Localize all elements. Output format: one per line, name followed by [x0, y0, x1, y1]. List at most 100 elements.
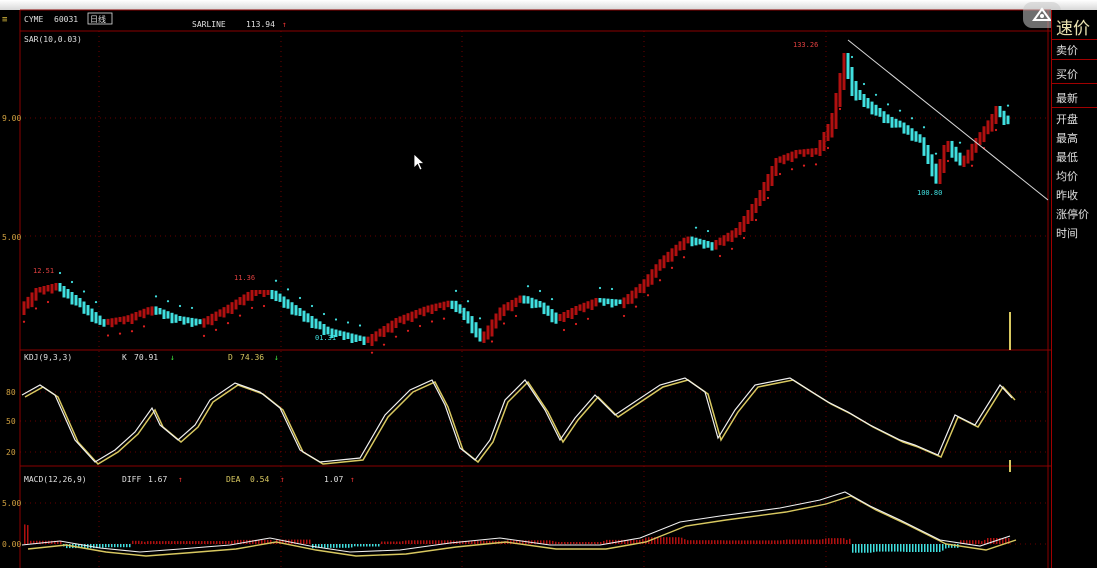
macd-bar — [342, 544, 344, 548]
panel-item-high[interactable]: 最高 — [1052, 129, 1097, 148]
panel-item-last[interactable]: 最新 — [1052, 89, 1097, 108]
macd-bar — [807, 539, 809, 544]
candle — [762, 182, 766, 201]
macd-bar — [114, 544, 116, 548]
sar-dot — [670, 266, 674, 269]
candle — [538, 301, 542, 308]
market-tag: ≡ — [2, 15, 8, 25]
kdj-d-line — [24, 379, 1016, 465]
panel-item-ask[interactable]: 卖价 — [1052, 41, 1097, 60]
price-label-left-low: 01.31 — [315, 334, 336, 342]
kdj-y-label-80: 80 — [6, 388, 16, 397]
candle — [594, 298, 598, 307]
sar-dot — [766, 196, 770, 200]
candle — [942, 145, 946, 173]
panel-item-low[interactable]: 最低 — [1052, 148, 1097, 167]
candle — [270, 290, 274, 300]
candle — [222, 307, 226, 318]
candle — [526, 296, 530, 304]
macd-bar — [726, 540, 728, 544]
candle — [134, 312, 138, 321]
macd-bar — [108, 544, 110, 548]
macd-bar — [969, 540, 971, 544]
macd-bar — [438, 540, 440, 544]
sar-dot — [262, 304, 266, 308]
candle — [658, 259, 662, 271]
panel-item-open[interactable]: 开盘 — [1052, 110, 1097, 129]
candle — [86, 305, 90, 316]
candle — [878, 108, 882, 117]
macd-bar — [480, 540, 482, 544]
sar-dot — [802, 164, 806, 167]
panel-item-bid[interactable]: 买价 — [1052, 65, 1097, 84]
main-y-label-5: 5.00 — [2, 233, 21, 242]
panel-item-avg[interactable]: 均价 — [1052, 167, 1097, 186]
candle — [354, 334, 358, 342]
candle — [954, 146, 958, 162]
macd-bar — [354, 544, 356, 547]
macd-bar — [192, 541, 194, 544]
macd-bar — [474, 540, 476, 544]
candle — [778, 156, 782, 163]
panel-item-time[interactable]: 时间 — [1052, 224, 1097, 243]
sar-dot — [310, 304, 314, 308]
macd-bar — [939, 544, 941, 552]
candle — [386, 323, 390, 333]
panel-item-limit-up[interactable]: 涨停价 — [1052, 205, 1097, 224]
candle — [218, 309, 222, 317]
macd-bar — [219, 541, 221, 544]
candle — [370, 334, 374, 346]
macd-bar — [732, 540, 734, 544]
sar-dot — [166, 300, 170, 303]
sar-dot — [178, 304, 182, 308]
macd-bar — [369, 544, 371, 547]
sar-dot — [226, 322, 230, 325]
kdj-k-line — [21, 377, 1013, 463]
sar-dot — [370, 351, 374, 354]
period-button[interactable]: 日线 — [90, 14, 106, 24]
macd-bar — [720, 540, 722, 544]
candle — [466, 311, 470, 324]
macd-y-label-0: 0.00 — [2, 540, 21, 549]
macd-bar — [750, 540, 752, 544]
candle — [190, 317, 194, 327]
candle — [662, 255, 666, 269]
kdj-k-arrow: ↓ — [170, 353, 175, 362]
candle — [834, 93, 838, 129]
candle — [902, 122, 906, 134]
macd-bar — [753, 540, 755, 544]
candle — [770, 166, 774, 186]
macd-bar — [165, 541, 167, 544]
candle — [798, 149, 802, 155]
chart-area[interactable]: ≡ CYME 60031 日线 SARLINE 113.94 ↑ SAR(10,… — [0, 0, 1051, 568]
macd-bar — [834, 538, 836, 544]
candle — [382, 326, 386, 337]
candle — [434, 303, 438, 312]
candle — [266, 290, 270, 295]
candle — [586, 301, 590, 309]
candle — [194, 318, 198, 326]
candle — [1002, 110, 1006, 125]
macd-bar — [792, 539, 794, 544]
macd-bar — [168, 541, 170, 544]
macd-bar — [765, 540, 767, 544]
candle — [842, 53, 846, 90]
sar-dot — [946, 159, 950, 163]
macd-bar — [591, 542, 593, 544]
trend-line[interactable] — [847, 39, 1049, 201]
kdj-k-label: K — [122, 353, 127, 362]
macd-bar — [876, 544, 878, 552]
sar-dot-series — [22, 55, 1010, 354]
candle — [106, 318, 110, 325]
volume-tick — [1009, 460, 1011, 472]
candle — [850, 67, 854, 96]
macd-dea-arrow: ↑ — [280, 475, 285, 484]
panel-item-prev-close[interactable]: 昨收 — [1052, 186, 1097, 205]
macd-bar — [762, 540, 764, 544]
macd-bar — [162, 541, 164, 544]
macd-bar — [708, 540, 710, 544]
candle — [398, 316, 402, 323]
candle — [454, 300, 458, 313]
candle — [82, 301, 86, 314]
candle — [46, 285, 50, 292]
